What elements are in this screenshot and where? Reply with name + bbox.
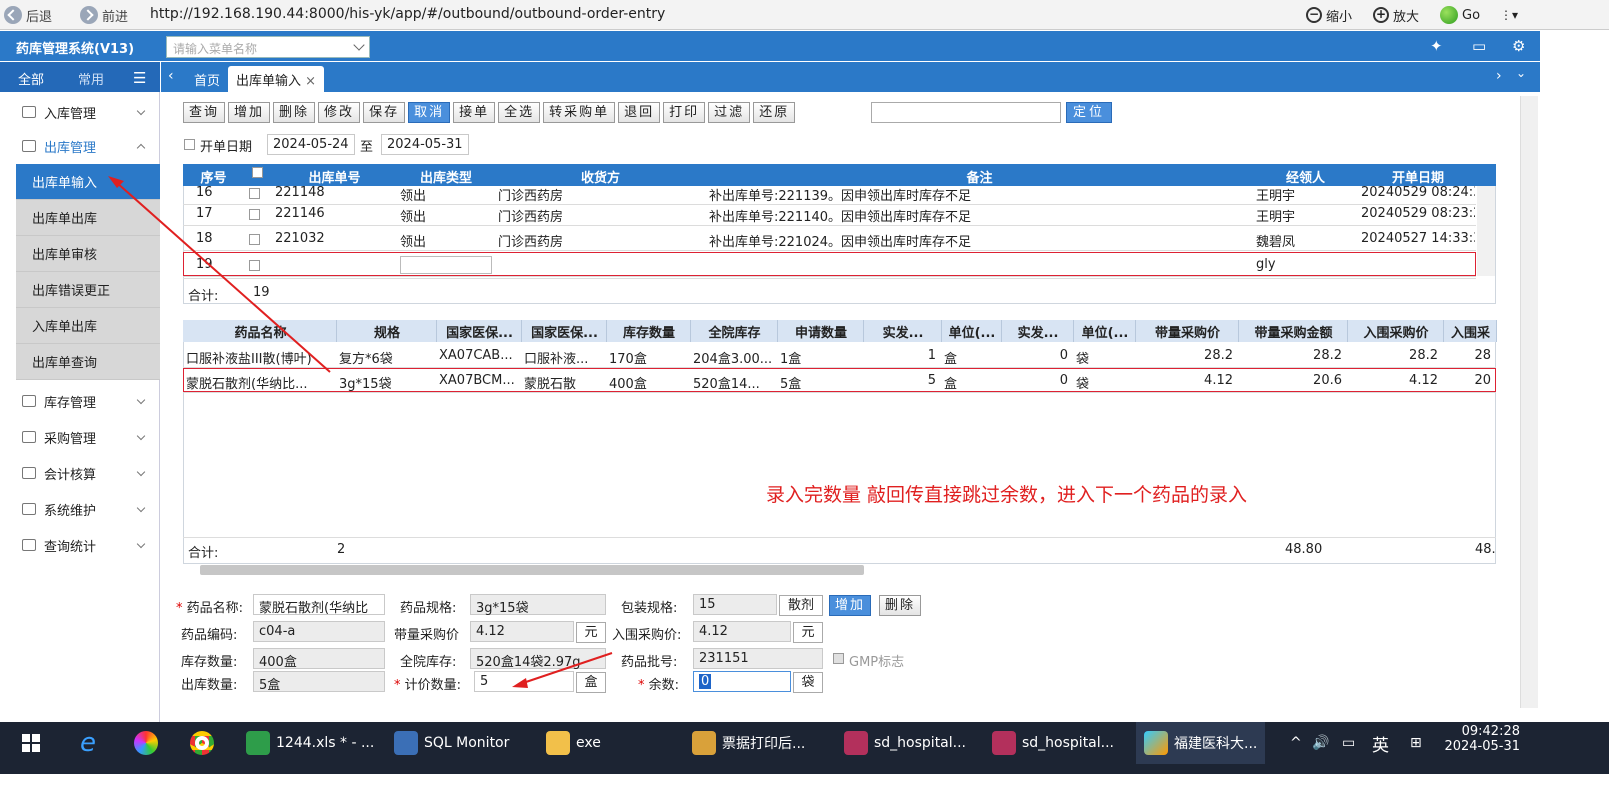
color-app-icon[interactable]	[134, 722, 164, 764]
spreadsheet-icon	[246, 731, 270, 755]
tray-chevron-icon[interactable]: ^	[1290, 722, 1302, 764]
database-icon	[992, 731, 1016, 755]
ime-indicator[interactable]: 英	[1372, 722, 1389, 764]
clock[interactable]: 09:42:28 2024-05-31	[1440, 724, 1520, 754]
taskbar-item-fujian[interactable]: 福建医科大...	[1136, 722, 1266, 764]
taskbar-item-excel[interactable]: 1244.xls * - ...	[246, 722, 374, 764]
network-icon[interactable]: ▭	[1342, 722, 1355, 764]
taskbar-item-sql-monitor[interactable]: SQL Monitor	[394, 722, 509, 764]
database-icon	[844, 731, 868, 755]
arrowhead-price-qty	[512, 678, 528, 688]
arrow-to-menu	[115, 181, 331, 373]
windows-start-icon[interactable]	[22, 722, 40, 764]
app-icon	[1144, 731, 1168, 755]
print-app-icon	[692, 731, 716, 755]
taskbar-item-print[interactable]: 票据打印后...	[692, 722, 805, 764]
keyboard-icon[interactable]: ⊞	[1410, 722, 1422, 764]
annotation-arrows	[108, 176, 613, 688]
ie-icon[interactable]: e	[80, 722, 96, 764]
folder-icon	[546, 731, 570, 755]
monitor-icon	[394, 731, 418, 755]
taskbar-item-sd-hospital-2[interactable]: sd_hospital...	[992, 722, 1114, 764]
volume-icon[interactable]: 🔊	[1312, 722, 1329, 764]
chrome-icon[interactable]	[190, 722, 220, 764]
taskbar-item-exe[interactable]: exe	[546, 722, 601, 764]
arrow-to-price-qty	[519, 652, 613, 685]
taskbar-item-sd-hospital-1[interactable]: sd_hospital...	[844, 722, 966, 764]
